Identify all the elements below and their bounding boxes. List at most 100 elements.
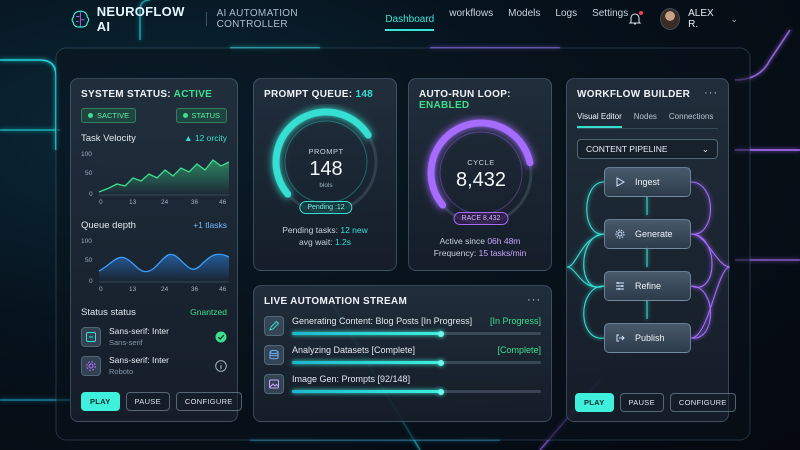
brain-logo-icon [71, 10, 90, 28]
system-status-title: SYSTEM STATUS: ACTIVE [81, 89, 227, 100]
prompt-queue-gauge: PROMPT 148 blols Pending :12 [264, 104, 388, 222]
queue-depth-chart: 100 50 0 0 13 24 36 46 [81, 235, 229, 297]
more-options-icon[interactable]: ··· [704, 87, 718, 99]
node-refine[interactable]: Refine [604, 271, 691, 301]
progress-bar [292, 359, 541, 366]
stream-item[interactable]: Analyzing Datasets [Complete] [Complete] [264, 345, 541, 366]
status-pills: SACTIVE STATUS [81, 108, 227, 123]
tab-visual-editor[interactable]: Visual Editor [577, 112, 622, 128]
workflow-builder-panel: WORKFLOW BUILDER ··· Visual Editor Nodes… [566, 78, 736, 422]
pending-value: 12 new [340, 225, 368, 235]
active-since-value: 06h 48m [487, 236, 521, 246]
brand-subtitle: AI AUTOMATION CONTROLLER [216, 8, 298, 30]
nav-dashboard[interactable]: Dashboard [385, 14, 435, 31]
avg-wait-value: 1.2s [334, 237, 351, 247]
nav-models[interactable]: Models [508, 8, 540, 31]
pen-icon [264, 316, 284, 336]
status-dot-icon [88, 113, 93, 118]
task-velocity-header: Task Velocity ▲ 12 orcity [81, 133, 227, 144]
node-label: Generate [635, 229, 673, 239]
progress-fill [292, 332, 442, 335]
play-icon [616, 177, 625, 187]
auto-run-label: AUTO-RUN LOOP: [419, 89, 511, 100]
workflow-canvas: Ingest Generate Refine Publish [567, 167, 730, 367]
main-nav: Dashboard workflows Models Logs Settings [385, 8, 628, 31]
gauge-value: 8,432 [455, 169, 507, 191]
pause-button[interactable]: PAUSE [125, 392, 170, 411]
queue-depth-header: Queue depth +1 tlasks [81, 220, 227, 231]
configure-button[interactable]: CONFIGURE [175, 392, 242, 411]
prompt-queue-panel: PROMPT QUEUE: 148 PROMPT 148 blols Pendi… [253, 78, 397, 271]
tab-nodes[interactable]: Nodes [634, 112, 657, 128]
node-label: Ingest [635, 177, 660, 187]
pending-chip: Pending :12 [299, 201, 353, 214]
system-status-label: SYSTEM STATUS: [81, 89, 171, 100]
system-status-value: ACTIVE [173, 89, 213, 100]
status-badge-active: SACTIVE [81, 108, 137, 123]
avg-wait-label: avg wait: [299, 237, 333, 247]
active-since-label: Active since [439, 236, 485, 246]
x-tick: 24 [161, 286, 169, 293]
status-dot-icon [182, 113, 188, 118]
task-velocity-chart: 100 50 0 0 13 24 36 46 [81, 148, 229, 210]
sliders-icon [616, 282, 624, 290]
status-badge-status: STATUS [175, 108, 227, 123]
pill-left-label: SACTIVE [97, 111, 130, 120]
tab-connections[interactable]: Connections [669, 112, 713, 128]
stream-item[interactable]: Image Gen: Prompts [92/148] [264, 374, 541, 395]
auto-run-panel: AUTO-RUN LOOP: ENABLED CYCLE 8,432 RACE … [408, 78, 552, 271]
stream-item-text: Analyzing Datasets [Complete] [292, 345, 416, 355]
gauge-value: 148 [309, 158, 343, 180]
status-item-title: Sans-serif: Inter [109, 355, 169, 365]
notification-bell-icon[interactable] [628, 11, 644, 26]
live-stream-panel: LIVE AUTOMATION STREAM ··· Generating Co… [253, 285, 552, 422]
play-button[interactable]: PLAY [575, 393, 614, 412]
auto-run-title: AUTO-RUN LOOP: ENABLED [419, 89, 541, 111]
x-tick: 46 [219, 199, 227, 206]
x-tick: 46 [219, 286, 227, 293]
info-icon[interactable] [215, 359, 227, 372]
system-status-panel: SYSTEM STATUS: ACTIVE SACTIVE STATUS Tas… [70, 78, 242, 422]
notification-dot [639, 11, 644, 15]
pending-label: Pending tasks: [282, 225, 338, 235]
configure-button[interactable]: CONFIGURE [669, 393, 736, 412]
more-options-icon[interactable]: ··· [527, 294, 541, 306]
x-tick: 13 [129, 199, 137, 206]
status-status-header: Status status Gnantzed [81, 307, 227, 318]
status-item[interactable]: Sans-serif: Inter Roboto [81, 355, 227, 376]
stream-item-text: Generating Content: Blog Posts [In Progr… [292, 316, 473, 326]
progress-knob [438, 388, 445, 395]
node-publish[interactable]: Publish [604, 323, 691, 353]
node-generate[interactable]: Generate [604, 219, 691, 249]
status-item[interactable]: Sans-serif: Inter Sans-serif [81, 326, 227, 347]
user-name[interactable]: ALEX R. [688, 8, 722, 30]
queue-area-chart [98, 253, 229, 283]
pipeline-select[interactable]: CONTENT PIPELINE ⌄ [577, 139, 718, 159]
prompt-queue-info: Pending tasks: 12 new avg wait: 1.2s [264, 224, 386, 248]
gauge-label: PROMPT [308, 147, 344, 156]
image-icon [264, 374, 284, 394]
x-tick: 24 [161, 199, 169, 206]
node-ingest[interactable]: Ingest [604, 167, 691, 197]
progress-fill [292, 361, 442, 364]
x-tick: 36 [191, 199, 199, 206]
prompt-queue-label: PROMPT QUEUE: [264, 89, 353, 100]
database-icon [264, 345, 284, 365]
chevron-down-icon[interactable]: ⌄ [730, 14, 738, 25]
pause-button[interactable]: PAUSE [619, 393, 664, 412]
nav-logs[interactable]: Logs [555, 8, 577, 31]
status-item-sub: Sans-serif [109, 338, 143, 347]
status-status-label: Status status [81, 307, 136, 318]
x-tick: 36 [191, 286, 199, 293]
nav-workflows[interactable]: workflows [449, 8, 493, 31]
export-icon [616, 334, 625, 342]
cycle-chip: RACE 8,432 [453, 212, 509, 225]
nav-settings[interactable]: Settings [592, 8, 628, 31]
top-navigation-bar: NEUROFLOW AI AI AUTOMATION CONTROLLER Da… [52, 0, 752, 38]
stream-item[interactable]: Generating Content: Blog Posts [In Progr… [264, 316, 541, 337]
velocity-area-chart [98, 159, 229, 196]
play-button[interactable]: PLAY [81, 392, 120, 411]
stream-item-status: [Complete] [497, 345, 541, 355]
progress-bar [292, 388, 541, 395]
avatar[interactable] [660, 8, 681, 30]
